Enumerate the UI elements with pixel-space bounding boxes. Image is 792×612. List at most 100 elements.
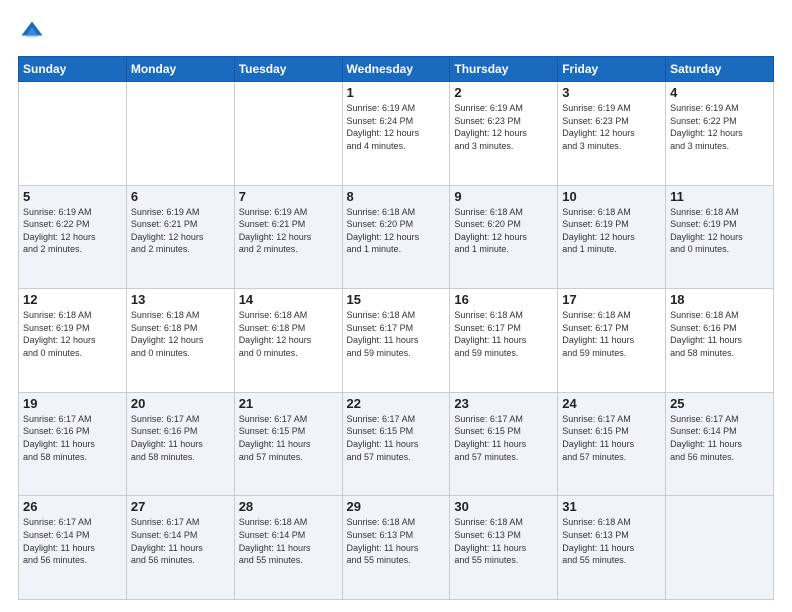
day-number: 29 [347, 499, 446, 514]
day-number: 26 [23, 499, 122, 514]
calendar-cell: 21Sunrise: 6:17 AM Sunset: 6:15 PM Dayli… [234, 392, 342, 496]
day-info: Sunrise: 6:19 AM Sunset: 6:21 PM Dayligh… [131, 206, 230, 256]
calendar-cell: 16 Sunrise: 6:18 AM Sunset: 6:17 PM Dayli… [450, 289, 558, 393]
day-info: Sunrise: 6:17 AM Sunset: 6:15 PM Dayligh… [347, 413, 446, 463]
calendar-cell: 18 Sunrise: 6:18 AM Sunset: 6:16 PM Dayli… [666, 289, 774, 393]
calendar-cell: 4 Sunrise: 6:19 AM Sunset: 6:22 PM Daylig… [666, 82, 774, 186]
header-day-friday: Friday [558, 57, 666, 82]
calendar-week-4: 19 Sunrise: 6:17 AM Sunset: 6:16 PM Dayli… [19, 392, 774, 496]
day-number: 25 [670, 396, 769, 411]
day-info: Sunrise: 6:19 AM Sunset: 6:24 PM Dayligh… [347, 102, 446, 152]
day-info: Sunrise: 6:17 AM Sunset: 6:16 PM Dayligh… [131, 413, 230, 463]
day-number: 1 [347, 85, 446, 100]
day-number: 3 [562, 85, 661, 100]
header [18, 18, 774, 46]
header-day-wednesday: Wednesday [342, 57, 450, 82]
calendar-cell: 9 Sunrise: 6:18 AM Sunset: 6:20 PM Daylig… [450, 185, 558, 289]
header-row: SundayMondayTuesdayWednesdayThursdayFrid… [19, 57, 774, 82]
day-info: Sunrise: 6:18 AM Sunset: 6:17 PM Dayligh… [454, 309, 553, 359]
calendar-week-1: 1 Sunrise: 6:19 AM Sunset: 6:24 PM Daylig… [19, 82, 774, 186]
logo-icon [18, 18, 46, 46]
calendar-cell: 3 Sunrise: 6:19 AM Sunset: 6:23 PM Daylig… [558, 82, 666, 186]
calendar-header: SundayMondayTuesdayWednesdayThursdayFrid… [19, 57, 774, 82]
day-number: 27 [131, 499, 230, 514]
day-info: Sunrise: 6:18 AM Sunset: 6:16 PM Dayligh… [670, 309, 769, 359]
day-info: Sunrise: 6:17 AM Sunset: 6:14 PM Dayligh… [23, 516, 122, 566]
day-number: 12 [23, 292, 122, 307]
day-number: 24 [562, 396, 661, 411]
day-info: Sunrise: 6:18 AM Sunset: 6:20 PM Dayligh… [347, 206, 446, 256]
day-number: 22 [347, 396, 446, 411]
day-info: Sunrise: 6:18 AM Sunset: 6:20 PM Dayligh… [454, 206, 553, 256]
calendar-table: SundayMondayTuesdayWednesdayThursdayFrid… [18, 56, 774, 600]
calendar-cell: 14Sunrise: 6:18 AM Sunset: 6:18 PM Dayli… [234, 289, 342, 393]
header-day-sunday: Sunday [19, 57, 127, 82]
day-info: Sunrise: 6:19 AM Sunset: 6:22 PM Dayligh… [670, 102, 769, 152]
calendar-cell: 13Sunrise: 6:18 AM Sunset: 6:18 PM Dayli… [126, 289, 234, 393]
calendar-cell: 30 Sunrise: 6:18 AM Sunset: 6:13 PM Dayli… [450, 496, 558, 600]
day-number: 10 [562, 189, 661, 204]
day-number: 8 [347, 189, 446, 204]
day-number: 20 [131, 396, 230, 411]
calendar-cell: 5 Sunrise: 6:19 AM Sunset: 6:22 PM Daylig… [19, 185, 127, 289]
calendar-week-5: 26 Sunrise: 6:17 AM Sunset: 6:14 PM Dayli… [19, 496, 774, 600]
day-number: 13 [131, 292, 230, 307]
day-info: Sunrise: 6:17 AM Sunset: 6:16 PM Dayligh… [23, 413, 122, 463]
day-number: 30 [454, 499, 553, 514]
day-info: Sunrise: 6:18 AM Sunset: 6:13 PM Dayligh… [454, 516, 553, 566]
day-info: Sunrise: 6:17 AM Sunset: 6:14 PM Dayligh… [131, 516, 230, 566]
header-day-saturday: Saturday [666, 57, 774, 82]
day-number: 15 [347, 292, 446, 307]
day-number: 4 [670, 85, 769, 100]
calendar-cell [19, 82, 127, 186]
day-info: Sunrise: 6:18 AM Sunset: 6:13 PM Dayligh… [347, 516, 446, 566]
day-number: 2 [454, 85, 553, 100]
day-info: Sunrise: 6:17 AM Sunset: 6:14 PM Dayligh… [670, 413, 769, 463]
day-number: 17 [562, 292, 661, 307]
calendar-cell [234, 82, 342, 186]
day-info: Sunrise: 6:18 AM Sunset: 6:17 PM Dayligh… [347, 309, 446, 359]
day-number: 5 [23, 189, 122, 204]
day-info: Sunrise: 6:18 AM Sunset: 6:17 PM Dayligh… [562, 309, 661, 359]
calendar-cell: 25 Sunrise: 6:17 AM Sunset: 6:14 PM Dayli… [666, 392, 774, 496]
day-number: 14 [239, 292, 338, 307]
day-info: Sunrise: 6:19 AM Sunset: 6:21 PM Dayligh… [239, 206, 338, 256]
calendar-cell: 23Sunrise: 6:17 AM Sunset: 6:15 PM Dayli… [450, 392, 558, 496]
calendar-cell: 6 Sunrise: 6:19 AM Sunset: 6:21 PM Daylig… [126, 185, 234, 289]
day-number: 9 [454, 189, 553, 204]
day-info: Sunrise: 6:18 AM Sunset: 6:19 PM Dayligh… [670, 206, 769, 256]
calendar-cell: 24Sunrise: 6:17 AM Sunset: 6:15 PM Dayli… [558, 392, 666, 496]
day-number: 18 [670, 292, 769, 307]
calendar-week-3: 12Sunrise: 6:18 AM Sunset: 6:19 PM Dayli… [19, 289, 774, 393]
day-number: 7 [239, 189, 338, 204]
day-info: Sunrise: 6:19 AM Sunset: 6:23 PM Dayligh… [562, 102, 661, 152]
calendar-cell: 7 Sunrise: 6:19 AM Sunset: 6:21 PM Daylig… [234, 185, 342, 289]
day-number: 11 [670, 189, 769, 204]
calendar-cell: 8 Sunrise: 6:18 AM Sunset: 6:20 PM Daylig… [342, 185, 450, 289]
day-number: 31 [562, 499, 661, 514]
calendar-cell [666, 496, 774, 600]
day-number: 6 [131, 189, 230, 204]
calendar-week-2: 5 Sunrise: 6:19 AM Sunset: 6:22 PM Daylig… [19, 185, 774, 289]
header-day-thursday: Thursday [450, 57, 558, 82]
day-info: Sunrise: 6:18 AM Sunset: 6:14 PM Dayligh… [239, 516, 338, 566]
calendar-cell: 26 Sunrise: 6:17 AM Sunset: 6:14 PM Dayli… [19, 496, 127, 600]
day-info: Sunrise: 6:19 AM Sunset: 6:22 PM Dayligh… [23, 206, 122, 256]
calendar-cell: 19 Sunrise: 6:17 AM Sunset: 6:16 PM Dayli… [19, 392, 127, 496]
calendar-cell: 11 Sunrise: 6:18 AM Sunset: 6:19 PM Dayli… [666, 185, 774, 289]
day-info: Sunrise: 6:18 AM Sunset: 6:19 PM Dayligh… [562, 206, 661, 256]
day-info: Sunrise: 6:18 AM Sunset: 6:13 PM Dayligh… [562, 516, 661, 566]
day-number: 16 [454, 292, 553, 307]
day-number: 28 [239, 499, 338, 514]
calendar-cell: 10 Sunrise: 6:18 AM Sunset: 6:19 PM Dayli… [558, 185, 666, 289]
calendar-body: 1 Sunrise: 6:19 AM Sunset: 6:24 PM Daylig… [19, 82, 774, 600]
calendar-cell: 1 Sunrise: 6:19 AM Sunset: 6:24 PM Daylig… [342, 82, 450, 186]
day-info: Sunrise: 6:17 AM Sunset: 6:15 PM Dayligh… [239, 413, 338, 463]
calendar-cell: 15 Sunrise: 6:18 AM Sunset: 6:17 PM Dayli… [342, 289, 450, 393]
day-info: Sunrise: 6:19 AM Sunset: 6:23 PM Dayligh… [454, 102, 553, 152]
calendar-cell: 29 Sunrise: 6:18 AM Sunset: 6:13 PM Dayli… [342, 496, 450, 600]
header-day-tuesday: Tuesday [234, 57, 342, 82]
calendar-cell: 27 Sunrise: 6:17 AM Sunset: 6:14 PM Dayli… [126, 496, 234, 600]
calendar-cell: 31 Sunrise: 6:18 AM Sunset: 6:13 PM Dayli… [558, 496, 666, 600]
day-number: 19 [23, 396, 122, 411]
